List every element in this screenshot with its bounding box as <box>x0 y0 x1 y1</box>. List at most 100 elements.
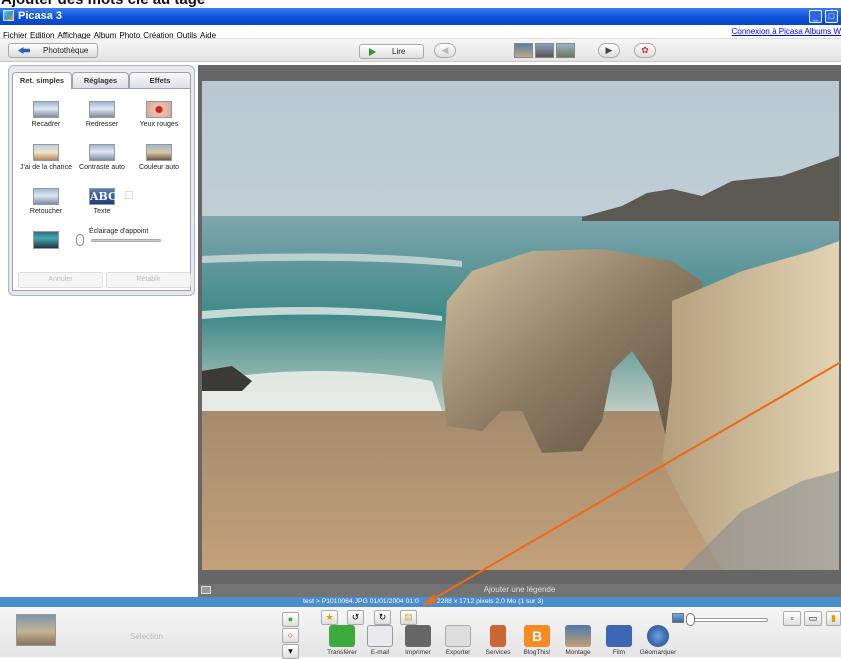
tab-ret-simples[interactable]: Ret. simples <box>12 72 72 89</box>
prev-icon[interactable]: ◀ <box>434 43 456 58</box>
caption-input[interactable]: Ajouter une légende <box>198 585 841 594</box>
compare-view-icon[interactable]: ▮ <box>826 611 841 626</box>
fill-light-slider-handle[interactable] <box>76 234 84 246</box>
blogger-icon: B <box>524 625 550 647</box>
app-icon <box>3 10 14 21</box>
window-title: Picasa 3 <box>18 10 63 22</box>
rotate-right-icon[interactable]: ↻ <box>374 610 391 625</box>
filmstrip-thumb-1[interactable] <box>514 43 533 58</box>
auto-color-tool[interactable]: Couleur auto <box>130 144 188 171</box>
picasa-albums-link[interactable]: Connexion à Picasa Albums W <box>732 27 841 36</box>
undo-button[interactable]: Annuler <box>18 272 103 288</box>
auto-contrast-label: Contraste auto <box>79 164 125 171</box>
services-label: Services <box>485 649 511 656</box>
status-bar: test > P1010064.JPG 01/01/2004 01:0 2288 … <box>0 597 841 607</box>
crop-label: Recadrer <box>31 121 61 128</box>
menu-bar: Fichier Edition Affichage Album Photo Créatio… <box>0 25 841 40</box>
crop-tool[interactable]: Recadrer <box>17 101 75 128</box>
play-icon <box>369 48 376 56</box>
filmstrip-thumb-2[interactable] <box>535 43 554 58</box>
retouch-icon <box>33 188 59 205</box>
services-icon <box>490 625 506 647</box>
lucky-tool[interactable]: J'ai de la chance <box>17 144 75 171</box>
folder-icon <box>445 625 471 647</box>
banner-text: Ajouter des mots clé au tage <box>1 0 205 8</box>
globe-icon <box>647 625 669 647</box>
fill-light-icon <box>33 231 59 249</box>
title-bar: Picasa 3 _ □ <box>0 8 841 25</box>
zoom-small-icon <box>672 613 684 623</box>
collage-icon <box>565 625 591 647</box>
back-to-library-button[interactable]: Photothèque <box>8 43 98 58</box>
filmstrip-thumb-3[interactable] <box>556 43 575 58</box>
play-label: Lire <box>392 47 406 56</box>
geotag-action[interactable]: Géomarquer <box>636 625 680 656</box>
actual-size-icon[interactable]: ▭ <box>804 611 822 626</box>
fit-view-icon[interactable]: ▫ <box>783 611 801 626</box>
retouch-tool[interactable]: Retoucher <box>17 188 75 215</box>
email-icon <box>367 625 393 647</box>
maximize-button[interactable]: □ <box>825 10 838 23</box>
print-icon <box>405 625 431 647</box>
collage-action[interactable]: Montage <box>556 625 600 656</box>
photo-viewer <box>198 65 841 584</box>
collage-label: Montage <box>565 649 591 656</box>
clear-selection-icon[interactable]: ○ <box>282 628 299 643</box>
lucky-icon <box>33 144 59 161</box>
movie-icon <box>606 625 632 647</box>
auto-contrast-icon <box>89 144 115 161</box>
blogthis-action[interactable]: B BlogThis! <box>515 625 559 656</box>
rotate-left-icon[interactable]: ↺ <box>347 610 364 625</box>
zoom-slider[interactable] <box>690 618 768 622</box>
movie-label: Film <box>612 649 626 656</box>
export-action[interactable]: Exporter <box>436 625 480 656</box>
fill-light-label: Éclairage d'appoint <box>89 228 149 235</box>
text-tool[interactable]: ABC Texte <box>73 188 131 215</box>
star-icon[interactable]: ★ <box>321 610 338 625</box>
banner: Ajouter des mots clé au tage <box>0 0 841 8</box>
straighten-icon <box>89 101 115 118</box>
play-slideshow-button[interactable]: Lire <box>359 44 424 59</box>
caption-bar: Ajouter une légende <box>198 584 841 597</box>
slideshow-effects-icon[interactable]: ✿ <box>634 43 656 58</box>
status-image-info: 2288 x 1712 pixels 2,0 Mo (1 sur 3) <box>436 598 544 605</box>
redo-button[interactable]: Rétablir <box>106 272 191 288</box>
selection-label: Sélection <box>130 632 163 641</box>
straighten-tool[interactable]: Redresser <box>73 101 131 128</box>
photo[interactable] <box>202 81 839 570</box>
tag-add-icon[interactable]: ▤ <box>400 610 417 625</box>
toolbar: Photothèque Lire ◀ ▶ ✿ <box>0 39 841 62</box>
pin-icon[interactable]: ● <box>282 612 299 627</box>
fill-light-slider[interactable] <box>91 239 161 242</box>
text-icon: ABC <box>89 188 117 205</box>
status-text: test > P1010064.JPG 01/01/2004 01:0 2288 … <box>303 598 543 605</box>
movie-action[interactable]: Film <box>597 625 641 656</box>
next-icon[interactable]: ▶ <box>598 43 620 58</box>
red-eye-icon <box>146 101 172 118</box>
back-label: Photothèque <box>43 46 89 55</box>
services-action[interactable]: Services <box>476 625 520 656</box>
zoom-slider-handle[interactable] <box>686 613 695 626</box>
tab-effets[interactable]: Effets <box>129 72 191 88</box>
redeye-tool[interactable]: Yeux rouges <box>130 101 188 128</box>
retouch-label: Retoucher <box>29 208 63 215</box>
auto-contrast-tool[interactable]: Contraste auto <box>73 144 131 171</box>
disabled-tool-icon <box>125 191 133 199</box>
straighten-label: Redresser <box>85 121 119 128</box>
export-label: Exporter <box>445 649 471 656</box>
tab-reglages[interactable]: Réglages <box>72 72 129 88</box>
blogthis-label: BlogThis! <box>523 649 551 656</box>
back-arrow-icon <box>18 47 30 54</box>
coastal-rock-photo <box>202 81 839 570</box>
auto-color-label: Couleur auto <box>138 164 180 171</box>
crop-icon <box>33 101 59 118</box>
status-file-info: test > P1010064.JPG 01/01/2004 01:0 <box>303 598 419 605</box>
redeye-label: Yeux rouges <box>139 121 179 128</box>
basic-fixes-area: Recadrer Redresser Yeux rouges J'ai de l… <box>12 88 191 291</box>
geotag-label: Géomarquer <box>639 649 677 656</box>
selection-thumbnail[interactable] <box>16 614 56 646</box>
minimize-button[interactable]: _ <box>809 10 822 23</box>
upload-icon <box>329 625 355 647</box>
print-action[interactable]: Imprimer <box>396 625 440 656</box>
print-label: Imprimer <box>405 649 431 656</box>
